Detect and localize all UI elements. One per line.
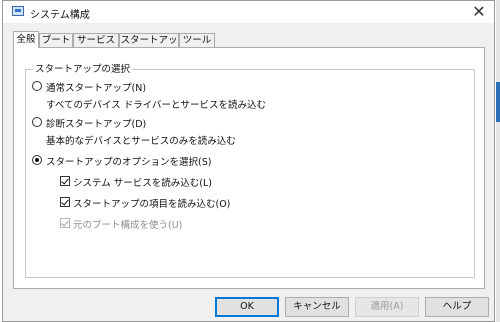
title-bar: システム構成 ✕ xyxy=(3,1,494,23)
selective-startup-label[interactable]: スタートアップのオプションを選択(S) xyxy=(46,154,211,168)
group-title: スタートアップの選択 xyxy=(33,61,133,75)
window-title: システム構成 xyxy=(30,10,90,21)
system-configuration-dialog: システム構成 ✕ 全般 ブート サービス スタートアップ ツール スタートアップ… xyxy=(2,0,495,322)
use-original-boot-config-checkbox[interactable] xyxy=(60,218,70,228)
system-configuration-icon xyxy=(12,6,24,16)
tab-startup[interactable]: スタートアップ xyxy=(119,33,179,59)
diagnostic-startup-radio[interactable] xyxy=(32,117,42,127)
background-accent xyxy=(496,82,500,122)
ok-button[interactable]: OK xyxy=(215,297,279,317)
load-startup-items-label[interactable]: スタートアップの項目を読み込む(O) xyxy=(73,196,230,210)
diagnostic-startup-description: 基本的なデバイスとサービスのみを読み込む xyxy=(46,136,236,147)
load-startup-items-checkbox[interactable] xyxy=(60,197,70,207)
selective-startup-radio[interactable] xyxy=(32,155,42,165)
close-button[interactable]: ✕ xyxy=(470,4,488,20)
apply-button[interactable]: 適用(A) xyxy=(355,297,419,317)
normal-startup-radio[interactable] xyxy=(32,81,42,91)
general-tab-panel: スタートアップの選択 通常スタートアップ(N) すべてのデバイス ドライバーとサ… xyxy=(13,47,485,289)
load-system-services-label[interactable]: システム サービスを読み込む(L) xyxy=(73,175,212,189)
tab-services[interactable]: サービス xyxy=(73,33,119,47)
normal-startup-description: すべてのデバイス ドライバーとサービスを読み込む xyxy=(46,100,267,111)
tab-general[interactable]: 全般 xyxy=(13,31,39,48)
tab-tools[interactable]: ツール xyxy=(179,33,215,47)
diagnostic-startup-label[interactable]: 診断スタートアップ(D) xyxy=(46,116,146,130)
tab-boot[interactable]: ブート xyxy=(39,33,73,47)
use-original-boot-config-label[interactable]: 元のブート構成を使う(U) xyxy=(73,217,182,231)
normal-startup-label[interactable]: 通常スタートアップ(N) xyxy=(46,80,146,94)
cancel-button[interactable]: キャンセル xyxy=(285,297,349,317)
background-window-edge xyxy=(496,0,500,322)
help-button[interactable]: ヘルプ xyxy=(425,297,489,317)
load-system-services-checkbox[interactable] xyxy=(60,176,70,186)
